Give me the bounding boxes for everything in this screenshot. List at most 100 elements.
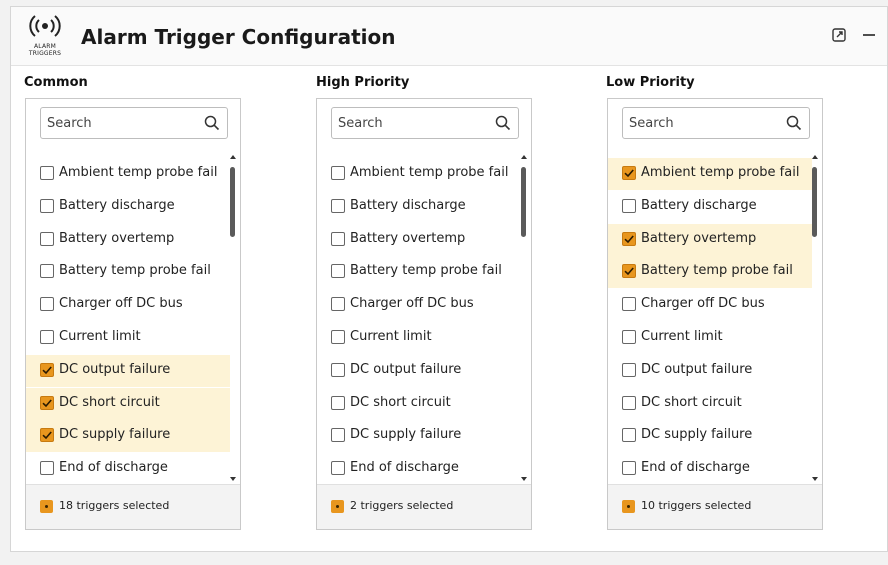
panel-label-high-priority: High Priority (316, 75, 410, 90)
scrollbar-thumb[interactable] (521, 167, 526, 237)
list-item[interactable]: Battery temp probe fail (608, 256, 812, 289)
panel-low-priority: Ambient temp probe fail Battery discharge… (607, 98, 823, 530)
list-item[interactable]: DC supply failure (26, 420, 230, 453)
checkbox[interactable] (331, 166, 345, 180)
popout-button[interactable] (831, 27, 847, 43)
scroll-down-arrow-icon[interactable] (812, 477, 818, 481)
checkbox[interactable] (40, 461, 54, 476)
list-item[interactable]: Current limit (26, 322, 230, 354)
list-item[interactable]: Charger off DC bus (26, 289, 230, 321)
scrollbar[interactable] (810, 153, 820, 483)
scrollbar-thumb[interactable] (812, 167, 817, 237)
list-item-label: DC short circuit (641, 394, 742, 410)
checkbox[interactable] (331, 231, 345, 246)
list-item[interactable]: Battery overtemp (317, 224, 521, 256)
checkbox[interactable] (40, 330, 54, 344)
scroll-up-arrow-icon[interactable] (812, 155, 818, 159)
trigger-list[interactable]: Ambient temp probe fail Battery discharge… (608, 153, 814, 483)
list-item[interactable]: Battery overtemp (26, 224, 230, 256)
alarm-triggers-logo: ALARM TRIGGERS (25, 13, 65, 59)
checkbox[interactable] (331, 395, 345, 410)
list-item[interactable]: DC short circuit (317, 388, 521, 420)
search-box[interactable] (622, 107, 810, 139)
list-item[interactable]: DC supply failure (608, 420, 812, 452)
checkbox[interactable] (331, 330, 345, 344)
checkbox[interactable] (622, 297, 636, 312)
checkbox[interactable] (40, 264, 54, 279)
list-item[interactable]: DC supply failure (317, 420, 521, 452)
list-item[interactable]: Charger off DC bus (608, 289, 812, 321)
search-box[interactable] (331, 107, 519, 139)
checkbox[interactable] (331, 362, 345, 377)
selected-count-text: 10 triggers selected (641, 499, 752, 512)
checkmark-icon (42, 399, 52, 407)
checkbox[interactable] (622, 461, 636, 476)
scroll-up-arrow-icon[interactable] (230, 155, 236, 159)
list-item[interactable]: Battery temp probe fail (317, 256, 521, 288)
list-item[interactable]: Current limit (608, 322, 812, 354)
checkbox[interactable] (331, 264, 345, 279)
search-input[interactable] (629, 108, 779, 138)
checkbox-checked[interactable] (40, 395, 54, 410)
scrollbar-thumb[interactable] (230, 167, 235, 237)
checkbox-checked[interactable] (40, 428, 54, 443)
list-item[interactable]: DC output failure (317, 355, 521, 387)
checkbox[interactable] (622, 330, 636, 344)
search-box[interactable] (40, 107, 228, 139)
checkbox-checked[interactable] (622, 231, 636, 246)
checkbox[interactable] (40, 198, 54, 213)
trigger-list[interactable]: Ambient temp probe fail Battery discharge… (26, 153, 232, 483)
scroll-up-arrow-icon[interactable] (521, 155, 527, 159)
list-item[interactable]: Battery temp probe fail (26, 256, 230, 288)
list-item[interactable]: DC output failure (608, 355, 812, 387)
list-item-label: DC supply failure (641, 427, 753, 443)
checkbox[interactable] (40, 297, 54, 312)
trigger-list[interactable]: Ambient temp probe fail Battery discharge… (317, 153, 523, 483)
list-item[interactable]: Charger off DC bus (317, 289, 521, 321)
selected-count-text: 18 triggers selected (59, 499, 170, 512)
search-icon[interactable] (786, 115, 802, 131)
checkbox-checked[interactable] (622, 264, 636, 279)
checkbox[interactable] (40, 166, 54, 180)
scroll-down-arrow-icon[interactable] (521, 477, 527, 481)
list-item[interactable]: Ambient temp probe fail (26, 158, 230, 190)
search-icon[interactable] (495, 115, 511, 131)
list-item[interactable]: End of discharge (608, 453, 812, 483)
checkbox[interactable] (40, 231, 54, 246)
list-item[interactable]: DC output failure (26, 354, 230, 387)
list-item-label: Ambient temp probe fail (59, 165, 218, 180)
search-input[interactable] (338, 108, 488, 138)
list-item[interactable]: DC short circuit (608, 388, 812, 420)
checkmark-icon (42, 431, 52, 440)
search-input[interactable] (47, 108, 197, 138)
minimize-button[interactable] (861, 27, 877, 43)
list-item[interactable]: Ambient temp probe fail (608, 158, 812, 190)
checkbox[interactable] (622, 362, 636, 377)
checkbox[interactable] (622, 395, 636, 410)
list-item-label: DC short circuit (59, 394, 160, 410)
list-item-label: End of discharge (59, 460, 168, 476)
checkbox-checked[interactable] (40, 362, 54, 377)
scrollbar[interactable] (228, 153, 238, 483)
search-icon[interactable] (204, 115, 220, 131)
list-item[interactable]: End of discharge (317, 453, 521, 483)
list-item[interactable]: Battery discharge (317, 191, 521, 223)
list-item[interactable]: End of discharge (26, 453, 230, 483)
list-item[interactable]: Battery discharge (26, 191, 230, 223)
list-item[interactable]: Ambient temp probe fail (317, 158, 521, 190)
checkbox-checked[interactable] (622, 166, 636, 180)
checkbox[interactable] (331, 461, 345, 476)
checkbox[interactable] (331, 297, 345, 312)
checkbox[interactable] (331, 198, 345, 213)
popout-icon (832, 28, 846, 42)
scrollbar[interactable] (519, 153, 529, 483)
list-item[interactable]: Battery discharge (608, 191, 812, 223)
checkbox[interactable] (622, 428, 636, 443)
list-item[interactable]: DC short circuit (26, 387, 230, 420)
list-item[interactable]: Battery overtemp (608, 223, 812, 256)
list-item[interactable]: Current limit (317, 322, 521, 354)
panel-high-priority: Ambient temp probe fail Battery discharge… (316, 98, 532, 530)
scroll-down-arrow-icon[interactable] (230, 477, 236, 481)
checkbox[interactable] (622, 198, 636, 213)
checkbox[interactable] (331, 428, 345, 443)
